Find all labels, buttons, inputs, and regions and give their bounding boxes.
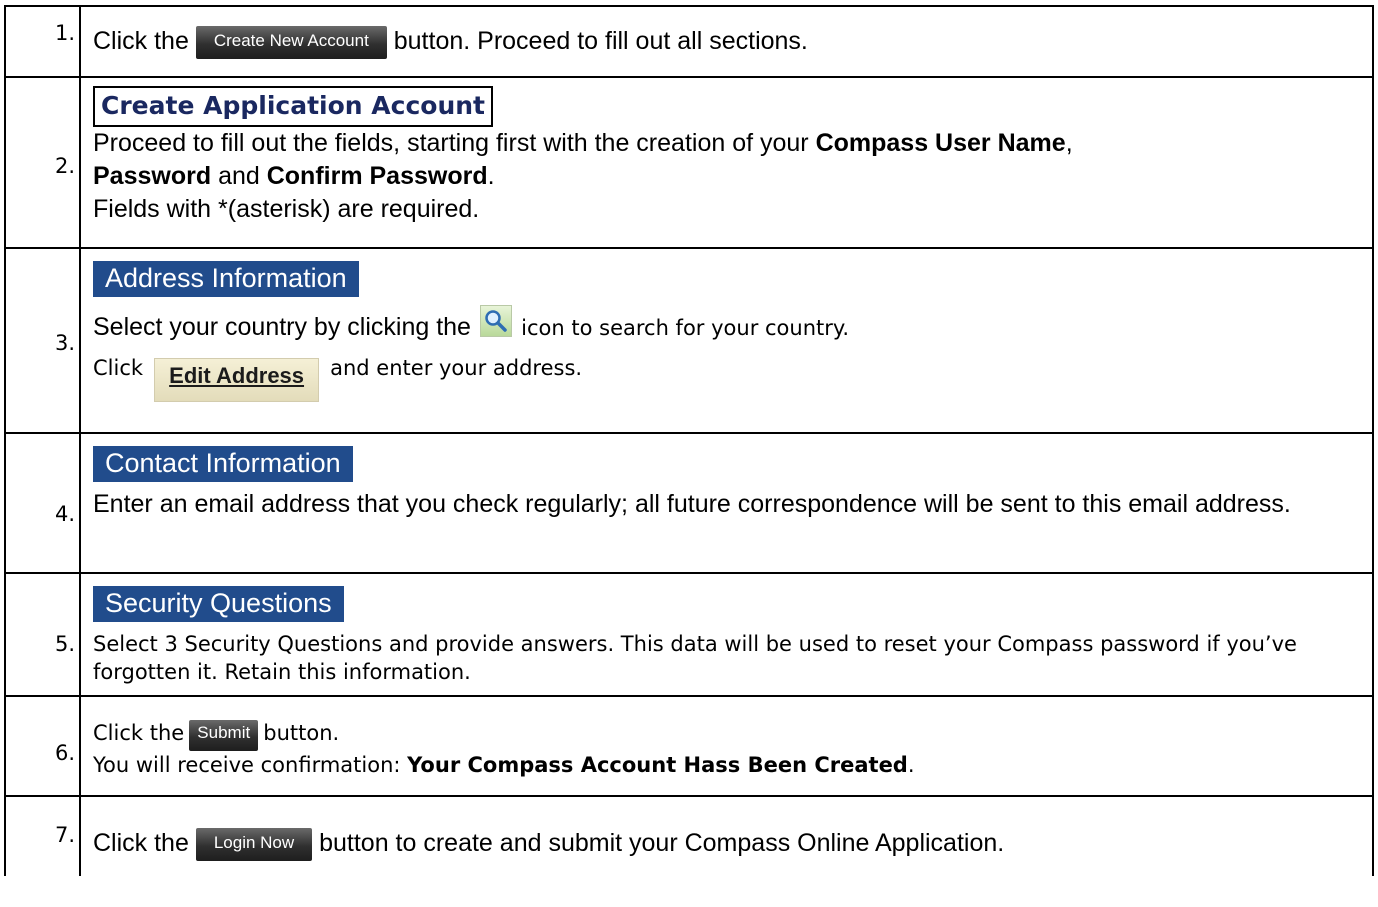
step-text: Select your country by clicking the bbox=[93, 313, 471, 341]
step-number: 5. bbox=[4, 572, 81, 697]
step-text: Click the bbox=[93, 27, 189, 55]
edit-address-button[interactable]: Edit Address bbox=[154, 358, 320, 402]
step-text: Select 3 Security Questions and provide … bbox=[93, 632, 1297, 684]
step-text: button. bbox=[263, 721, 340, 745]
instructions-table: 1. Click the Create New Account button. … bbox=[4, 5, 1374, 876]
step-text: button. Proceed to fill out all sections… bbox=[393, 27, 808, 55]
submit-button[interactable]: Submit bbox=[189, 720, 259, 751]
step-row-1: 1. Click the Create New Account button. … bbox=[4, 5, 1374, 78]
step-text: icon to search for your country. bbox=[521, 316, 849, 340]
step-number: 6. bbox=[4, 695, 81, 797]
step-number: 4. bbox=[4, 432, 81, 574]
magnifier-icon[interactable] bbox=[480, 305, 513, 337]
create-application-account-header: Create Application Account bbox=[93, 86, 493, 127]
create-new-account-button[interactable]: Create New Account bbox=[195, 25, 387, 59]
address-information-header: Address Information bbox=[93, 261, 359, 297]
step-text: Enter an email address that you check re… bbox=[93, 490, 1291, 518]
step-text: Proceed to fill out the fields, starting… bbox=[93, 129, 1073, 157]
step-row-2: 2. Create Application Account Proceed to… bbox=[4, 76, 1374, 249]
step-number: 3. bbox=[4, 247, 81, 434]
step-text: Fields with *(asterisk) are required. bbox=[93, 195, 480, 223]
step-row-5: 5. Security Questions Select 3 Security … bbox=[4, 572, 1374, 697]
step-text: Password and Confirm Password. bbox=[93, 162, 495, 190]
login-now-button[interactable]: Login Now bbox=[195, 827, 313, 861]
step-text: Click bbox=[93, 356, 144, 380]
step-text: Click the bbox=[93, 829, 189, 857]
step-text: Click the bbox=[93, 721, 185, 745]
step-text: button to create and submit your Compass… bbox=[319, 829, 1005, 857]
step-row-3: 3. Address Information Select your count… bbox=[4, 247, 1374, 434]
step-number: 1. bbox=[4, 5, 81, 78]
contact-information-header: Contact Information bbox=[93, 446, 353, 482]
step-text: You will receive confirmation: Your Comp… bbox=[93, 753, 915, 777]
step-row-6: 6. Click the Submit button. You will rec… bbox=[4, 695, 1374, 797]
step-text: and enter your address. bbox=[330, 356, 583, 380]
step-row-7: 7. Click the Login Now button to create … bbox=[4, 795, 1374, 876]
step-number: 7. bbox=[4, 795, 81, 876]
security-questions-header: Security Questions bbox=[93, 586, 344, 622]
step-row-4: 4. Contact Information Enter an email ad… bbox=[4, 432, 1374, 574]
step-number: 2. bbox=[4, 76, 81, 249]
